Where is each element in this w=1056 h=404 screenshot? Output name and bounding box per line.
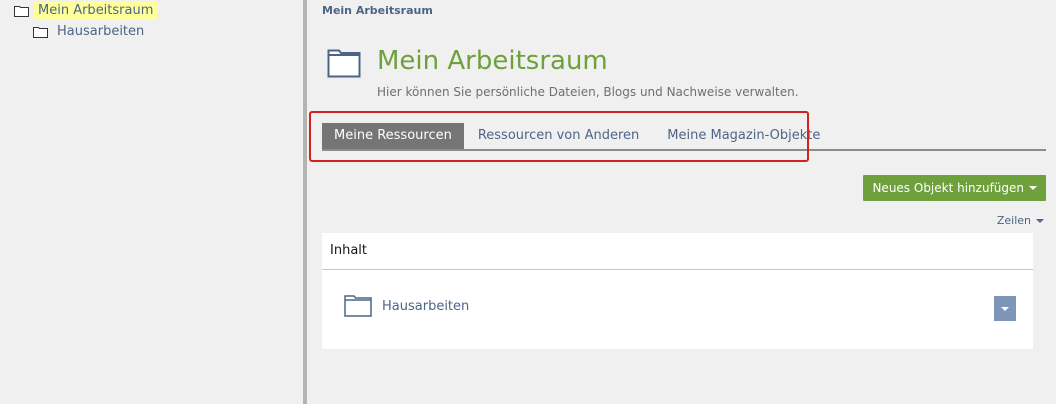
add-new-object-button[interactable]: Neues Objekt hinzufügen [863,175,1046,201]
tab-ressourcen-von-anderen[interactable]: Ressourcen von Anderen [464,123,653,149]
caret-down-icon [1029,186,1037,190]
content-panel: Inhalt Hausarbeiten [322,233,1033,349]
chevron-down-icon [1001,306,1009,311]
explorer-tree: Mein Arbeitsraum Hausarbeiten [0,0,303,404]
tab-meine-magazin-objekte[interactable]: Meine Magazin-Objekte [653,123,834,149]
folder-icon [327,49,361,78]
folder-icon [33,27,48,38]
list-item: Hausarbeiten [344,295,469,317]
rows-dropdown[interactable]: Zeilen [997,214,1044,227]
tree-item-hausarbeiten[interactable]: Hausarbeiten [33,23,148,41]
tree-item-label: Hausarbeiten [57,24,145,39]
tab-bar: Meine Ressourcen Ressourcen von Anderen … [322,123,1046,151]
page-title: Mein Arbeitsraum [377,46,608,76]
folder-icon [344,295,372,317]
folder-icon [14,6,29,17]
item-link-hausarbeiten[interactable]: Hausarbeiten [382,299,469,314]
rows-label: Zeilen [996,214,1031,227]
tab-meine-ressourcen[interactable]: Meine Ressourcen [322,123,464,149]
item-actions-dropdown[interactable] [994,296,1016,321]
main-content: Mein Arbeitsraum Mein Arbeitsraum Hier k… [307,0,1056,404]
tree-item-label: Mein Arbeitsraum [34,2,158,20]
tree-item-mein-arbeitsraum[interactable]: Mein Arbeitsraum [14,2,158,20]
content-heading: Inhalt [322,233,1033,270]
caret-down-icon [1036,218,1044,223]
page-description: Hier können Sie persönliche Dateien, Blo… [377,85,799,99]
add-new-object-label: Neues Objekt hinzufügen [872,181,1024,195]
breadcrumb[interactable]: Mein Arbeitsraum [322,4,433,17]
